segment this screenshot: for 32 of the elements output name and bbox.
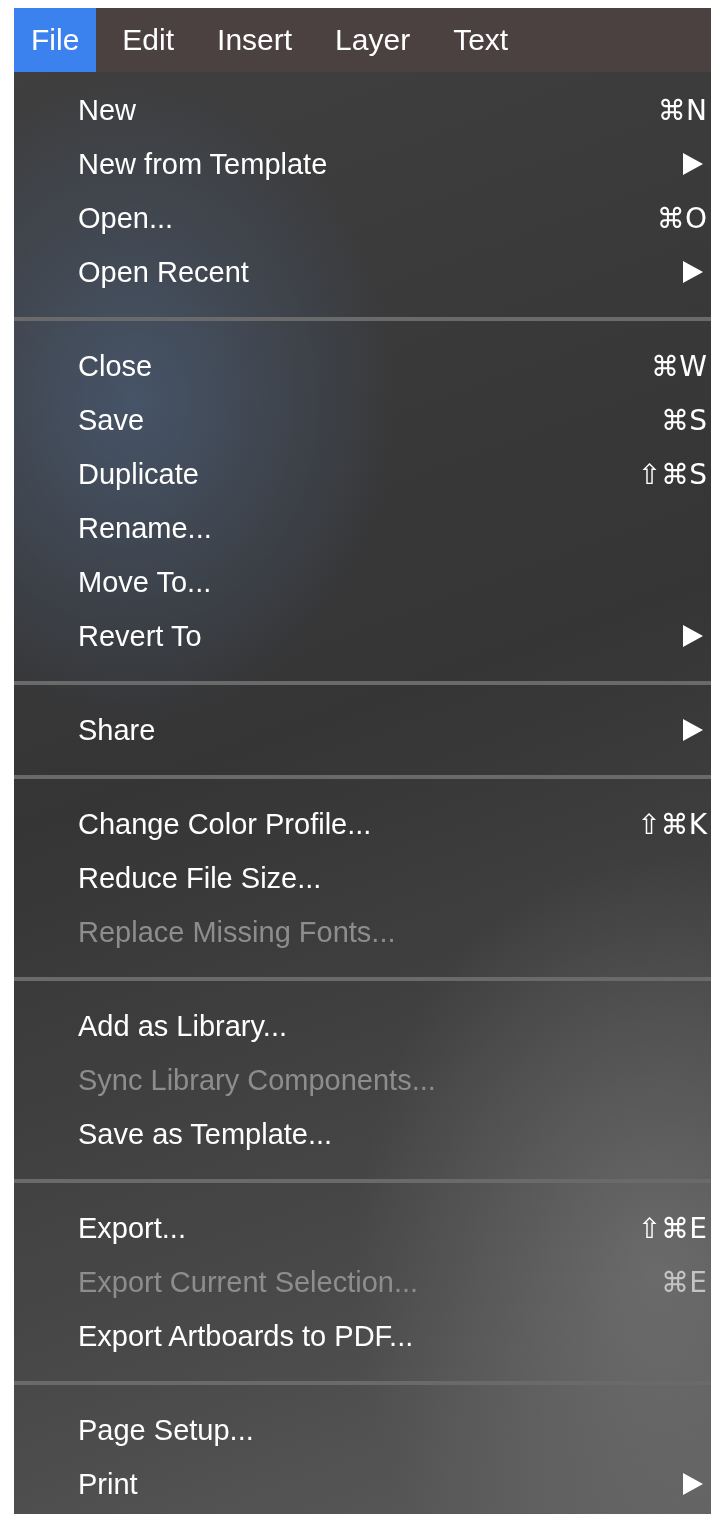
menu-item[interactable]: Rename... [78,511,707,545]
menu-item[interactable]: Open Recent [78,255,683,289]
shortcut: ⌘N [658,93,707,127]
shortcut: ⌘W [651,349,707,383]
menu-item[interactable]: Revert To [78,619,683,653]
menu-item[interactable]: Export Artboards to PDF... [78,1319,707,1353]
menu-item[interactable]: Move To... [78,565,707,599]
menu-item[interactable]: Add as Library... [78,1009,707,1043]
menu-item[interactable]: Page Setup... [78,1413,707,1447]
menu-title[interactable]: Insert [200,8,310,72]
shortcut: ⌘S [661,403,707,437]
menu-title[interactable]: File [14,8,97,72]
menu-item[interactable]: Save [78,403,662,437]
menu-item[interactable]: Close [78,349,652,383]
menu-item[interactable]: Open... [78,201,657,235]
menu-item[interactable]: Print [78,1467,683,1501]
menu-item[interactable]: New [78,93,659,127]
menu-item[interactable]: Export... [78,1211,638,1245]
shortcut: ⌘E [661,1265,707,1299]
menu-item[interactable]: Change Color Profile... [78,807,638,841]
shortcut: ⌘O [656,201,707,235]
shortcut: ⇧⌘K [637,807,707,841]
menu-title[interactable]: Edit [105,8,192,72]
menu-item[interactable]: New from Template [78,147,683,181]
menu-item[interactable]: Duplicate [78,457,638,491]
shortcut: ⇧⌘S [637,457,707,491]
menu-title[interactable]: Layer [318,8,428,72]
shortcut: ⇧⌘E [637,1211,707,1245]
menu-item[interactable]: Share [78,713,683,747]
menu-item[interactable]: Save as Template... [78,1117,707,1151]
menu-title[interactable]: Text [436,8,526,72]
menu-item[interactable]: Reduce File Size... [78,861,707,895]
